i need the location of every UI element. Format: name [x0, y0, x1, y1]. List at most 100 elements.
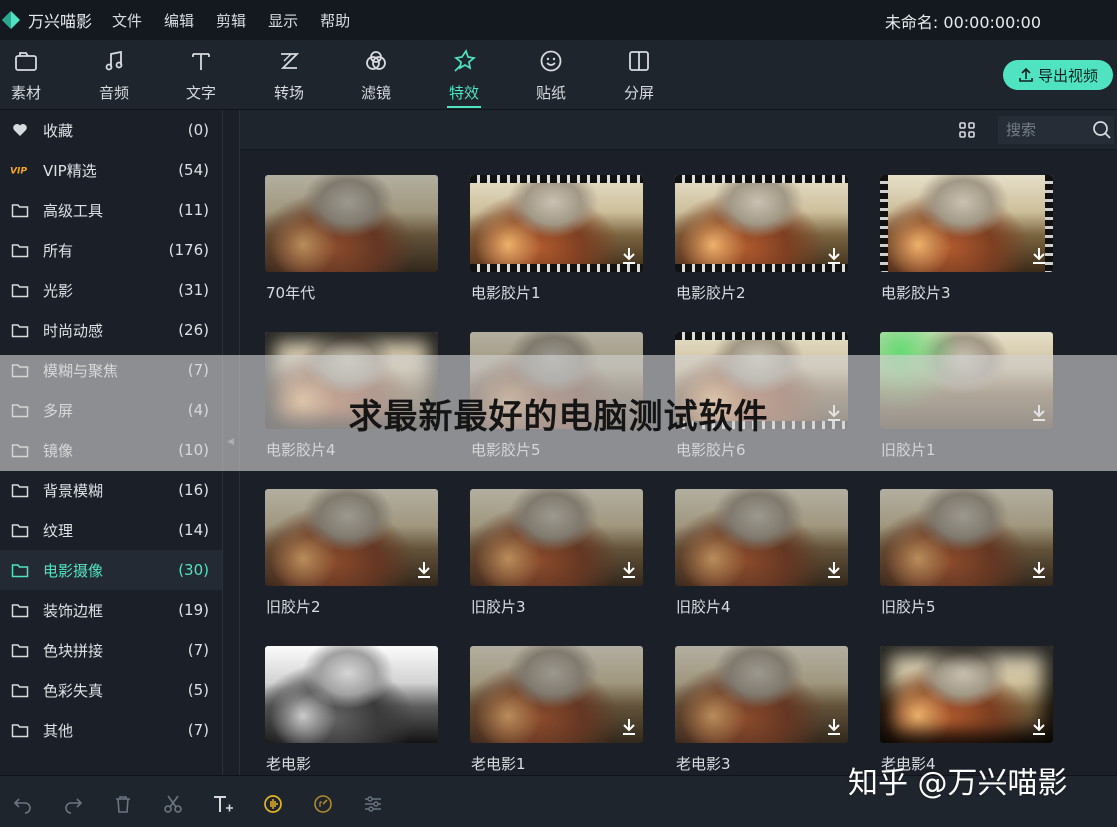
menu-file[interactable]: 文件 [112, 10, 142, 31]
folder-icon [10, 521, 30, 539]
undo-icon[interactable] [12, 793, 34, 815]
sidebar-item-count: (11) [178, 201, 209, 219]
speed-icon[interactable] [312, 793, 334, 815]
effect-card[interactable]: 旧胶片5 [871, 489, 1061, 641]
effect-thumbnail [265, 646, 438, 743]
vip-icon: VIP [10, 161, 30, 179]
menu-edit[interactable]: 编辑 [164, 10, 194, 31]
effect-label: 电影胶片3 [881, 284, 951, 302]
effect-thumbnail [880, 175, 1053, 272]
effect-thumbnail [470, 175, 643, 272]
sidebar-item[interactable]: 背景模糊 (16) [0, 470, 222, 510]
add-text-icon[interactable] [212, 793, 234, 815]
media-folder-icon [13, 48, 39, 74]
redo-icon[interactable] [62, 793, 84, 815]
effect-card[interactable]: 老电影 [256, 646, 446, 775]
effect-thumbnail [265, 489, 438, 586]
effect-card[interactable]: 电影胶片2 [666, 175, 856, 327]
effect-label: 老电影 [266, 755, 312, 773]
sidebar-item[interactable]: 纹理 (14) [0, 510, 222, 550]
heart-icon [10, 121, 30, 139]
sidebar-item[interactable]: 其他 (7) [0, 710, 222, 750]
effect-card[interactable]: 旧胶片4 [666, 489, 856, 641]
tab-split-screen[interactable]: 分屏 [607, 40, 671, 110]
download-icon[interactable] [826, 247, 842, 265]
effect-label: 旧胶片2 [266, 598, 321, 616]
folder-icon [10, 241, 30, 259]
search-icon[interactable] [1092, 120, 1112, 140]
sidebar-item[interactable]: 色块拼接 (7) [0, 630, 222, 670]
download-icon[interactable] [826, 561, 842, 579]
tab-effects[interactable]: 特效 [432, 40, 496, 110]
download-icon[interactable] [1031, 561, 1047, 579]
effect-label: 旧胶片3 [471, 598, 526, 616]
effect-label: 电影胶片2 [676, 284, 746, 302]
tab-audio[interactable]: 音频 [82, 40, 146, 110]
sidebar-item[interactable]: 色彩失真 (5) [0, 670, 222, 710]
tab-media[interactable]: 素材 [0, 40, 58, 110]
sidebar-item-label: 所有 [43, 241, 74, 260]
sidebar-item[interactable]: 电影摄像 (30) [0, 550, 222, 590]
sidebar-item-label: 电影摄像 [43, 561, 104, 580]
sidebar-item-count: (7) [187, 641, 209, 659]
sidebar-item[interactable]: VIP VIP精选 (54) [0, 150, 222, 190]
title-banner: 求最新最好的电脑测试软件 [0, 355, 1117, 471]
watermark: 知乎 @万兴喵影 [848, 766, 1068, 801]
export-video-button[interactable]: 导出视频 [1003, 60, 1113, 90]
sidebar-item-count: (14) [178, 521, 209, 539]
tab-filter[interactable]: 滤镜 [344, 40, 408, 110]
grid-view-icon[interactable] [958, 121, 976, 139]
sidebar-item[interactable]: 所有 (176) [0, 230, 222, 270]
sidebar-item[interactable]: 装饰边框 (19) [0, 590, 222, 630]
download-icon[interactable] [416, 561, 432, 579]
effect-label: 旧胶片4 [676, 598, 731, 616]
effect-card[interactable]: 电影胶片3 [871, 175, 1061, 327]
menu-clip[interactable]: 剪辑 [216, 10, 246, 31]
folder-icon [10, 601, 30, 619]
download-icon[interactable] [826, 718, 842, 736]
cut-icon[interactable] [162, 793, 184, 815]
download-icon[interactable] [621, 561, 637, 579]
download-icon[interactable] [1031, 247, 1047, 265]
sidebar-item-label: 装饰边框 [43, 601, 104, 620]
menu-view[interactable]: 显示 [268, 10, 298, 31]
tab-transition[interactable]: 转场 [257, 40, 321, 110]
effect-thumbnail [265, 175, 438, 272]
effect-card[interactable]: 70年代 [256, 175, 446, 327]
menu-help[interactable]: 帮助 [320, 10, 350, 31]
adjust-icon[interactable] [362, 793, 384, 815]
svg-text:VIP: VIP [10, 167, 27, 176]
banner-text: 求最新最好的电脑测试软件 [348, 396, 769, 437]
effect-card[interactable]: 电影胶片1 [461, 175, 651, 327]
effect-card[interactable]: 老电影3 [666, 646, 856, 775]
tab-text[interactable]: 文字 [169, 40, 233, 110]
effect-card[interactable]: 旧胶片3 [461, 489, 651, 641]
audio-sync-icon[interactable] [262, 793, 284, 815]
split-screen-icon [626, 48, 652, 74]
effect-card[interactable]: 老电影1 [461, 646, 651, 775]
sidebar-item-label: 色彩失真 [43, 681, 104, 700]
sidebar-item-label: 背景模糊 [43, 481, 104, 500]
search-input[interactable] [1006, 119, 1086, 141]
folder-icon [10, 721, 30, 739]
effect-card[interactable]: 老电影4 [871, 646, 1061, 775]
sidebar-item[interactable]: 收藏 (0) [0, 110, 222, 150]
tab-sticker[interactable]: 贴纸 [519, 40, 583, 110]
effect-thumbnail [470, 646, 643, 743]
sidebar-item[interactable]: 时尚动感 (26) [0, 310, 222, 350]
app-logo-icon [0, 9, 22, 31]
delete-icon[interactable] [112, 793, 134, 815]
app-name: 万兴喵影 [28, 12, 93, 31]
download-icon[interactable] [621, 247, 637, 265]
download-icon[interactable] [621, 718, 637, 736]
effect-label: 70年代 [266, 284, 316, 302]
download-icon[interactable] [1031, 718, 1047, 736]
sidebar-item-count: (26) [178, 321, 209, 339]
tab-text-label: 文字 [185, 84, 216, 102]
folder-icon [10, 681, 30, 699]
sidebar-item-label: 其他 [43, 721, 74, 740]
main-toolbar: 素材 音频 文字 转场 滤镜 特效 贴纸 分屏 导出视频 [0, 40, 1117, 110]
sidebar-item[interactable]: 光影 (31) [0, 270, 222, 310]
effect-card[interactable]: 旧胶片2 [256, 489, 446, 641]
sidebar-item[interactable]: 高级工具 (11) [0, 190, 222, 230]
